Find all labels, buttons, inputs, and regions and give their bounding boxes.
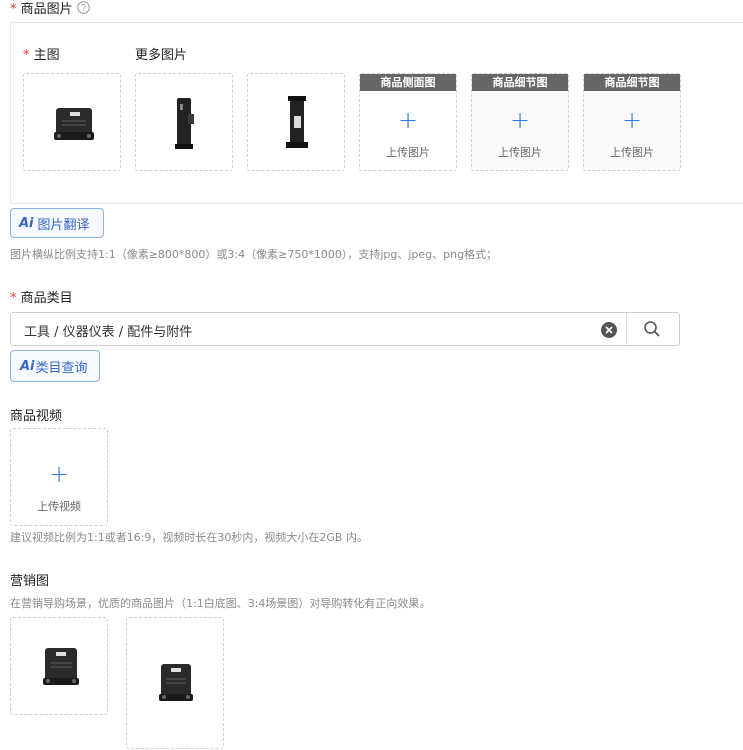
- marketing-image-portrait[interactable]: [126, 617, 224, 749]
- marketing-image-square[interactable]: [10, 617, 108, 715]
- tile-header: 商品侧面图: [360, 74, 456, 91]
- image-translate-button[interactable]: Ai 图片翻译: [10, 208, 104, 238]
- video-upload-tile[interactable]: + 上传视频: [10, 428, 108, 526]
- video-title: 商品视频: [10, 409, 63, 424]
- upload-video-text: 上传视频: [37, 500, 81, 513]
- ai-icon: Ai: [20, 358, 35, 374]
- plus-icon: +: [397, 106, 419, 134]
- clear-icon[interactable]: [601, 322, 617, 342]
- question-circle-icon[interactable]: ?: [76, 1, 90, 18]
- more-image-tile-1[interactable]: [135, 73, 233, 171]
- image-translate-label: 图片翻译: [37, 217, 90, 233]
- tile-header: 商品细节图: [472, 74, 568, 91]
- required-mark: *: [10, 291, 17, 306]
- ai-icon: Ai: [19, 215, 34, 231]
- more-image-tile-2[interactable]: [247, 73, 345, 171]
- more-images-label: 更多图片: [135, 48, 188, 63]
- device-front-icon: [159, 664, 193, 701]
- plus-icon: +: [509, 106, 531, 134]
- product-images-title: 商品图片: [20, 2, 73, 17]
- main-image-label: * 主图: [23, 44, 60, 63]
- category-query-button[interactable]: Ai 类目查询: [10, 350, 100, 382]
- tile-header: 商品细节图: [584, 74, 680, 91]
- required-mark: *: [10, 2, 17, 17]
- category-value: 工具 / 仪器仪表 / 配件与附件: [24, 325, 193, 340]
- upload-image-text: 上传图片: [498, 146, 542, 159]
- detail-image-upload-tile-2[interactable]: 商品细节图 + 上传图片: [583, 73, 681, 171]
- marketing-title: 营销图: [10, 574, 50, 589]
- image-format-hint: 图片横纵比例支持1:1（像素≥800*800）或3:4（像素≥750*1000）…: [10, 248, 498, 261]
- device-side-icon: [286, 96, 308, 148]
- category-query-label: 类目查询: [35, 360, 88, 376]
- required-mark: *: [23, 48, 30, 63]
- divider: [626, 313, 627, 345]
- product-images-heading: * 商品图片 ?: [10, 0, 90, 18]
- detail-image-upload-tile-1[interactable]: 商品细节图 + 上传图片: [471, 73, 569, 171]
- plus-icon: +: [621, 106, 643, 134]
- category-title: 商品类目: [20, 291, 73, 306]
- search-icon[interactable]: [643, 320, 661, 342]
- category-heading: * 商品类目: [10, 287, 73, 306]
- video-hint: 建议视频比例为1:1或者16:9，视频时长在30秒内，视频大小在2GB 内。: [10, 531, 368, 544]
- plus-icon: +: [48, 460, 70, 488]
- upload-image-text: 上传图片: [386, 146, 430, 159]
- upload-image-text: 上传图片: [610, 146, 654, 159]
- main-image-tile[interactable]: [23, 73, 121, 171]
- device-front-icon: [43, 648, 79, 685]
- device-front-icon: [54, 108, 94, 140]
- svg-text:?: ?: [81, 3, 86, 13]
- main-image-label-text: 主图: [33, 48, 60, 63]
- marketing-hint: 在营销导购场景，优质的商品图片（1:1白底图、3:4场景图）对导购转化有正向效果…: [10, 597, 431, 610]
- category-select[interactable]: 工具 / 仪器仪表 / 配件与附件: [10, 312, 680, 346]
- device-side-icon: [175, 98, 194, 149]
- side-image-upload-tile[interactable]: 商品侧面图 + 上传图片: [359, 73, 457, 171]
